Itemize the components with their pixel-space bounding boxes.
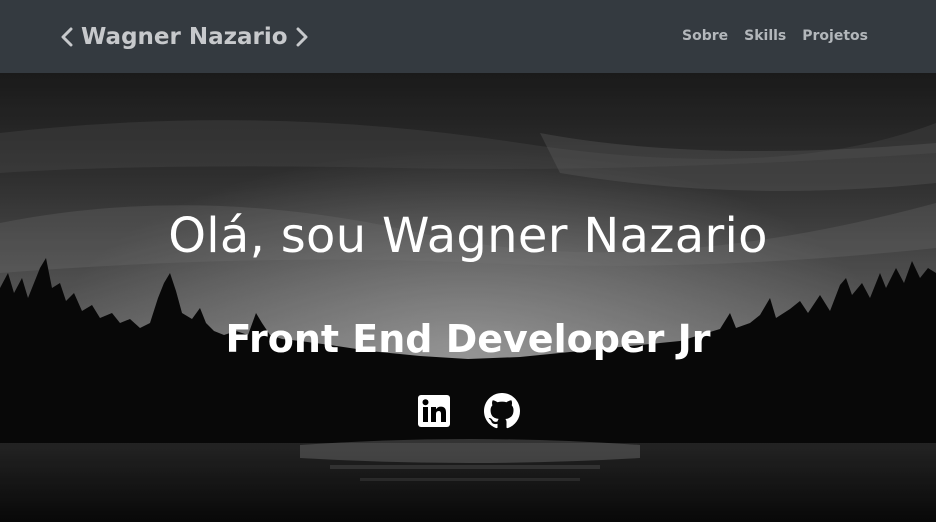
github-icon xyxy=(484,393,520,429)
hero-content: Olá, sou Wagner Nazario Front End Develo… xyxy=(0,73,936,522)
social-links xyxy=(0,393,936,429)
nav-link-projetos[interactable]: Projetos xyxy=(802,27,868,45)
nav-menu: Sobre Skills Projetos xyxy=(682,27,868,45)
nav-link-sobre[interactable]: Sobre xyxy=(682,27,728,45)
hero-subtitle: Front End Developer Jr xyxy=(225,317,711,361)
linkedin-link[interactable] xyxy=(416,393,452,429)
github-link[interactable] xyxy=(484,393,520,429)
brand-link[interactable]: Wagner Nazario xyxy=(60,22,309,52)
brand-name: Wagner Nazario xyxy=(81,24,288,50)
chevron-left-icon xyxy=(60,27,74,47)
chevron-right-icon xyxy=(295,27,309,47)
hero-section: Olá, sou Wagner Nazario Front End Develo… xyxy=(0,73,936,522)
linkedin-icon xyxy=(418,395,450,427)
navbar: Wagner Nazario Sobre Skills Projetos xyxy=(0,0,936,73)
nav-link-skills[interactable]: Skills xyxy=(744,27,786,45)
hero-title: Olá, sou Wagner Nazario xyxy=(168,208,768,264)
